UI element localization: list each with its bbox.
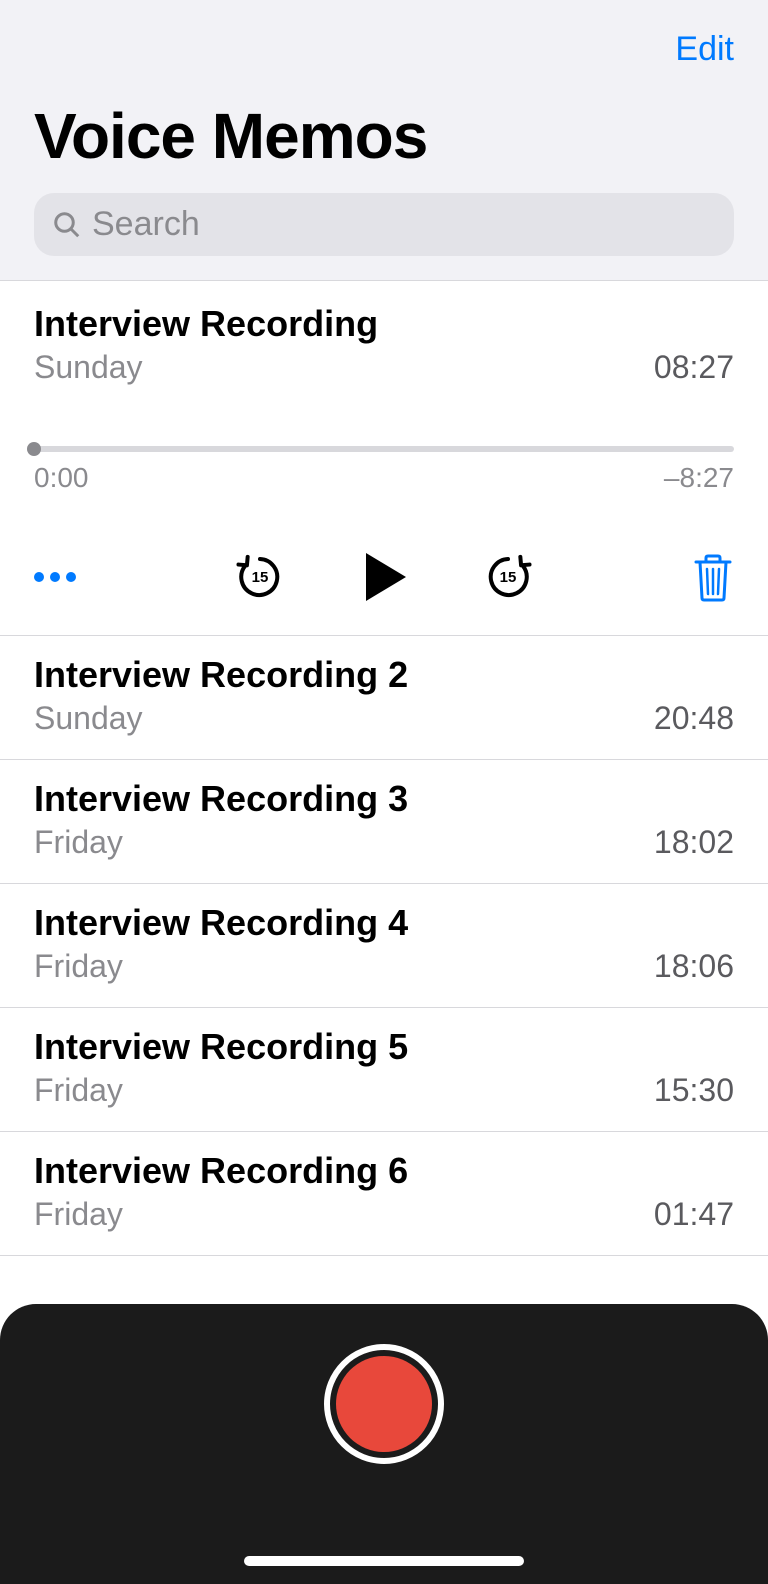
svg-text:15: 15 — [252, 569, 269, 586]
recording-title: Interview Recording 5 — [34, 1026, 734, 1068]
page-title: Voice Memos — [34, 99, 734, 173]
time-remaining: –8:27 — [664, 462, 734, 494]
recording-duration: 01:47 — [654, 1196, 734, 1233]
search-input[interactable] — [92, 205, 716, 244]
record-button[interactable] — [324, 1344, 444, 1464]
more-options-button[interactable] — [34, 572, 76, 582]
recording-day: Sunday — [34, 349, 143, 386]
recording-day: Sunday — [34, 700, 143, 737]
recording-title: Interview Recording — [34, 303, 734, 345]
recording-duration: 18:02 — [654, 824, 734, 861]
scrubber-thumb[interactable] — [27, 442, 41, 456]
recording-list: Interview Recording Sunday 08:27 0:00 –8… — [0, 281, 768, 1256]
ellipsis-icon — [50, 572, 60, 582]
recording-item[interactable]: Interview Recording 2 Sunday 20:48 — [0, 636, 768, 760]
recording-day: Friday — [34, 948, 123, 985]
header-area: Edit Voice Memos — [0, 0, 768, 281]
recording-duration: 20:48 — [654, 700, 734, 737]
skip-back-15-button[interactable]: 15 — [234, 551, 286, 603]
recording-day: Friday — [34, 1196, 123, 1233]
recording-day: Friday — [34, 824, 123, 861]
play-button[interactable] — [356, 549, 412, 605]
recording-item[interactable]: Interview Recording 4 Friday 18:06 — [0, 884, 768, 1008]
recording-duration: 18:06 — [654, 948, 734, 985]
record-panel — [0, 1304, 768, 1584]
recording-item[interactable]: Interview Recording 5 Friday 15:30 — [0, 1008, 768, 1132]
recording-title: Interview Recording 4 — [34, 902, 734, 944]
recording-title: Interview Recording 2 — [34, 654, 734, 696]
delete-button[interactable] — [692, 552, 734, 602]
ellipsis-icon — [34, 572, 44, 582]
recording-title: Interview Recording 6 — [34, 1150, 734, 1192]
search-icon — [52, 210, 82, 240]
recording-duration: 08:27 — [654, 349, 734, 386]
recording-day: Friday — [34, 1072, 123, 1109]
recording-title: Interview Recording 3 — [34, 778, 734, 820]
recording-duration: 15:30 — [654, 1072, 734, 1109]
edit-button[interactable]: Edit — [675, 30, 734, 69]
recording-item[interactable]: Interview Recording 3 Friday 18:02 — [0, 760, 768, 884]
ellipsis-icon — [66, 572, 76, 582]
recording-item[interactable]: Interview Recording 6 Friday 01:47 — [0, 1132, 768, 1256]
selected-recording[interactable]: Interview Recording Sunday 08:27 0:00 –8… — [0, 281, 768, 636]
record-icon — [336, 1356, 432, 1452]
search-field[interactable] — [34, 193, 734, 256]
skip-forward-15-button[interactable]: 15 — [482, 551, 534, 603]
time-elapsed: 0:00 — [34, 462, 89, 494]
svg-text:15: 15 — [500, 569, 517, 586]
playback-scrubber[interactable] — [34, 446, 734, 452]
home-indicator[interactable] — [244, 1556, 524, 1566]
